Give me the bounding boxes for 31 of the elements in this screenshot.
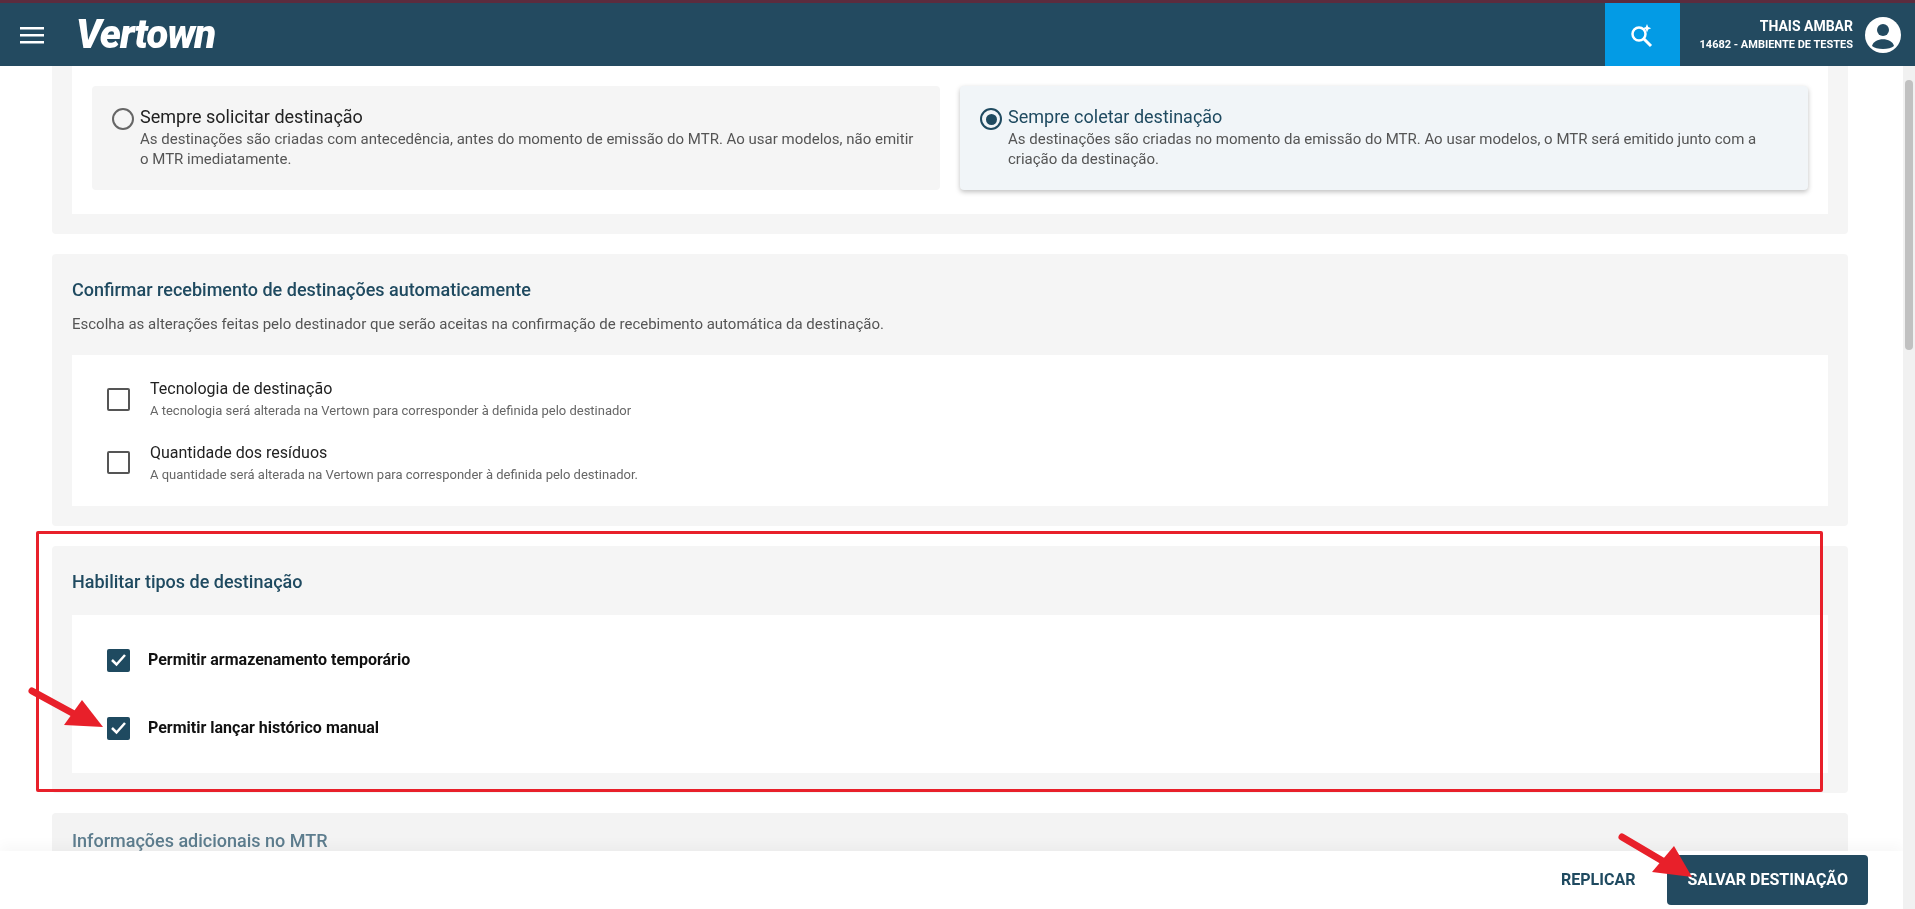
section-subtitle: Escolha as alterações feitas pelo destinador que serão aceitas na confirmação de recebimento automática da destinação. [72,313,886,335]
radio-button[interactable] [112,108,134,130]
check-icon [110,721,127,736]
avatar-icon[interactable] [1865,16,1901,53]
check-icon [110,653,127,668]
checkbox[interactable] [107,648,130,672]
section-title: Informações adicionais no MTR [72,829,329,854]
option-title: Sempre solicitar destinação [140,106,364,129]
option-card[interactable]: Sempre solicitar destinação As destinações são criadas com antecedência, antes do momento de emissão do MTR. Ao usar modelos, não emitir o MTR imediatamente. [92,86,940,190]
checkbox-label: Quantidade dos resíduos [150,441,329,464]
environment-label: 14682 - AMBIENTE DE TESTES [1699,36,1853,53]
logo: Vertown [76,14,216,55]
search-button[interactable] [1604,3,1680,66]
section-title: Habilitar tipos de destinação [72,570,304,595]
option-description: As destinações são criadas no momento da emissão do MTR. Ao usar modelos, o MTR será emitido junto com a criação da destinação. [1008,128,1758,170]
checkbox[interactable] [107,387,130,411]
checkbox-label: Permitir armazenamento temporário [148,649,411,672]
save-button[interactable]: SALVAR DESTINAÇÃO [1667,855,1868,905]
checkbox[interactable] [107,451,130,474]
checkbox-description: A quantidade será alterada na Vertown para corresponder à definida pelo destinador. [150,465,639,484]
replicate-button[interactable]: REPLICAR [1549,855,1648,905]
checkbox-label: Tecnologia de destinação [150,378,334,401]
user-name: THAIS AMBAR [1759,16,1853,36]
section-title: Confirmar recebimento de destinações automaticamente [72,277,532,302]
option-card[interactable]: Sempre coletar destinação As destinações são criadas no momento da emissão do MTR. Ao usar modelos, o MTR será emitido junto com a criação da destinação. [960,86,1808,190]
checkbox-label: Permitir lançar histórico manual [148,717,380,740]
option-description: As destinações são criadas com antecedência, antes do momento de emissão do MTR. Ao usar modelos, não emitir o MTR imediatamente. [140,128,915,170]
checkbox-description: A tecnologia será alterada na Vertown para corresponder à definida pelo destinador [150,402,632,421]
option-title: Sempre coletar destinação [1008,106,1224,129]
checkbox[interactable] [107,716,130,740]
radio-button[interactable] [980,108,1002,130]
